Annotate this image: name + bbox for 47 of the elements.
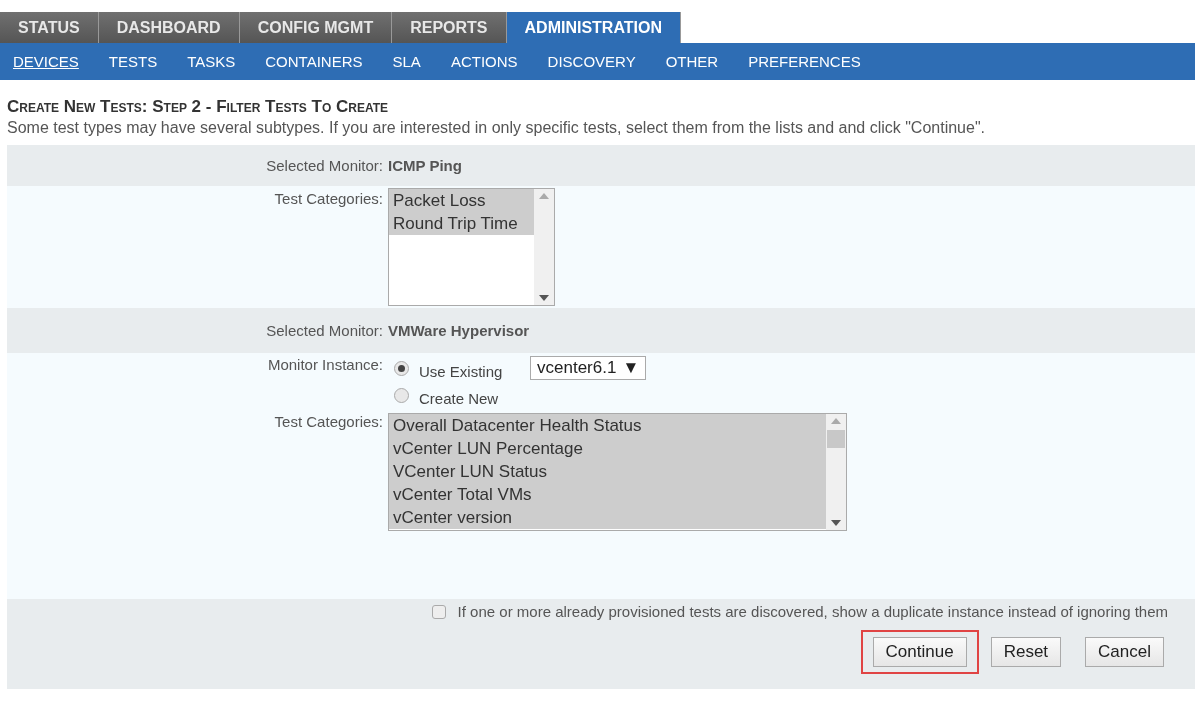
field-label: Test Categories:: [273, 413, 383, 430]
nav-tab[interactable]: STATUS: [0, 12, 99, 43]
list-option[interactable]: vCenter Total VMs: [389, 483, 826, 506]
monitor-name: VMWare Hypervisor: [388, 322, 531, 339]
scrollbar-thumb[interactable]: [827, 430, 845, 448]
subnav-link[interactable]: TESTS: [108, 53, 158, 70]
list-option[interactable]: VCenter LUN Status: [389, 460, 826, 483]
page-title: Create New Tests: Step 2 - Filter Tests To Create: [7, 97, 389, 117]
radio-button[interactable]: [394, 360, 409, 376]
radio-label: Use Existing: [419, 362, 504, 380]
subnav-link[interactable]: DEVICES: [13, 53, 79, 70]
radio-button[interactable]: [394, 388, 409, 403]
list-option[interactable]: Overall Datacenter Health Status: [389, 414, 826, 437]
field-label: Monitor Instance:: [266, 356, 383, 373]
test-category-list[interactable]: Packet Loss Round Trip Time: [388, 188, 555, 306]
scroll-up-icon[interactable]: [539, 193, 549, 199]
scroll-down-icon[interactable]: [539, 295, 549, 301]
list-option[interactable]: Packet Loss: [389, 189, 534, 212]
scroll-up-icon[interactable]: [831, 418, 841, 424]
form-button[interactable]: Reset: [990, 637, 1062, 667]
subnav-link[interactable]: OTHER: [665, 53, 719, 70]
nav-tab[interactable]: DASHBOARD: [98, 12, 240, 43]
page-description: Some test types may have several subtypes. If you are interested in only specific tests, select them from the lists and and click "Continue".: [7, 119, 987, 137]
test-category-list[interactable]: Overall Datacenter Health Status vCenter LUN Percentage VCenter LUN Status vCenter Total VMs vCenter version: [388, 413, 847, 531]
list-option[interactable]: vCenter version: [389, 506, 826, 529]
field-label: Test Categories:: [273, 189, 383, 207]
instance-dropdown[interactable]: vcenter6.1 ▼: [530, 356, 647, 380]
subnav-link[interactable]: ACTIONS: [450, 53, 518, 70]
subnav-link[interactable]: TASKS: [187, 53, 236, 70]
field-label: Selected Monitor:: [265, 157, 383, 174]
checkbox[interactable]: [431, 604, 446, 619]
monitor-name: ICMP Ping: [388, 157, 463, 174]
nav-tab[interactable]: ADMINISTRATION: [506, 12, 681, 43]
subnav-link[interactable]: PREFERENCES: [748, 53, 861, 70]
list-option[interactable]: Round Trip Time: [389, 212, 534, 235]
list-option[interactable]: vCenter LUN Percentage: [389, 437, 826, 460]
scroll-down-icon[interactable]: [831, 520, 841, 526]
subnav-link[interactable]: CONTAINERS: [265, 53, 363, 70]
radio-label: Create New: [419, 390, 500, 407]
form-button[interactable]: Cancel: [1085, 637, 1164, 667]
nav-tab[interactable]: REPORTS: [392, 12, 507, 43]
form-button[interactable]: Continue: [872, 637, 967, 667]
subnav-link[interactable]: DISCOVERY: [547, 53, 636, 70]
checkbox-label: If one or more already provisioned tests are discovered, show a duplicate instance instead of ignoring them: [457, 603, 1168, 620]
subnav-link[interactable]: SLA: [392, 53, 421, 70]
field-label: Selected Monitor:: [265, 322, 383, 339]
nav-tab[interactable]: CONFIG MGMT: [239, 12, 393, 43]
